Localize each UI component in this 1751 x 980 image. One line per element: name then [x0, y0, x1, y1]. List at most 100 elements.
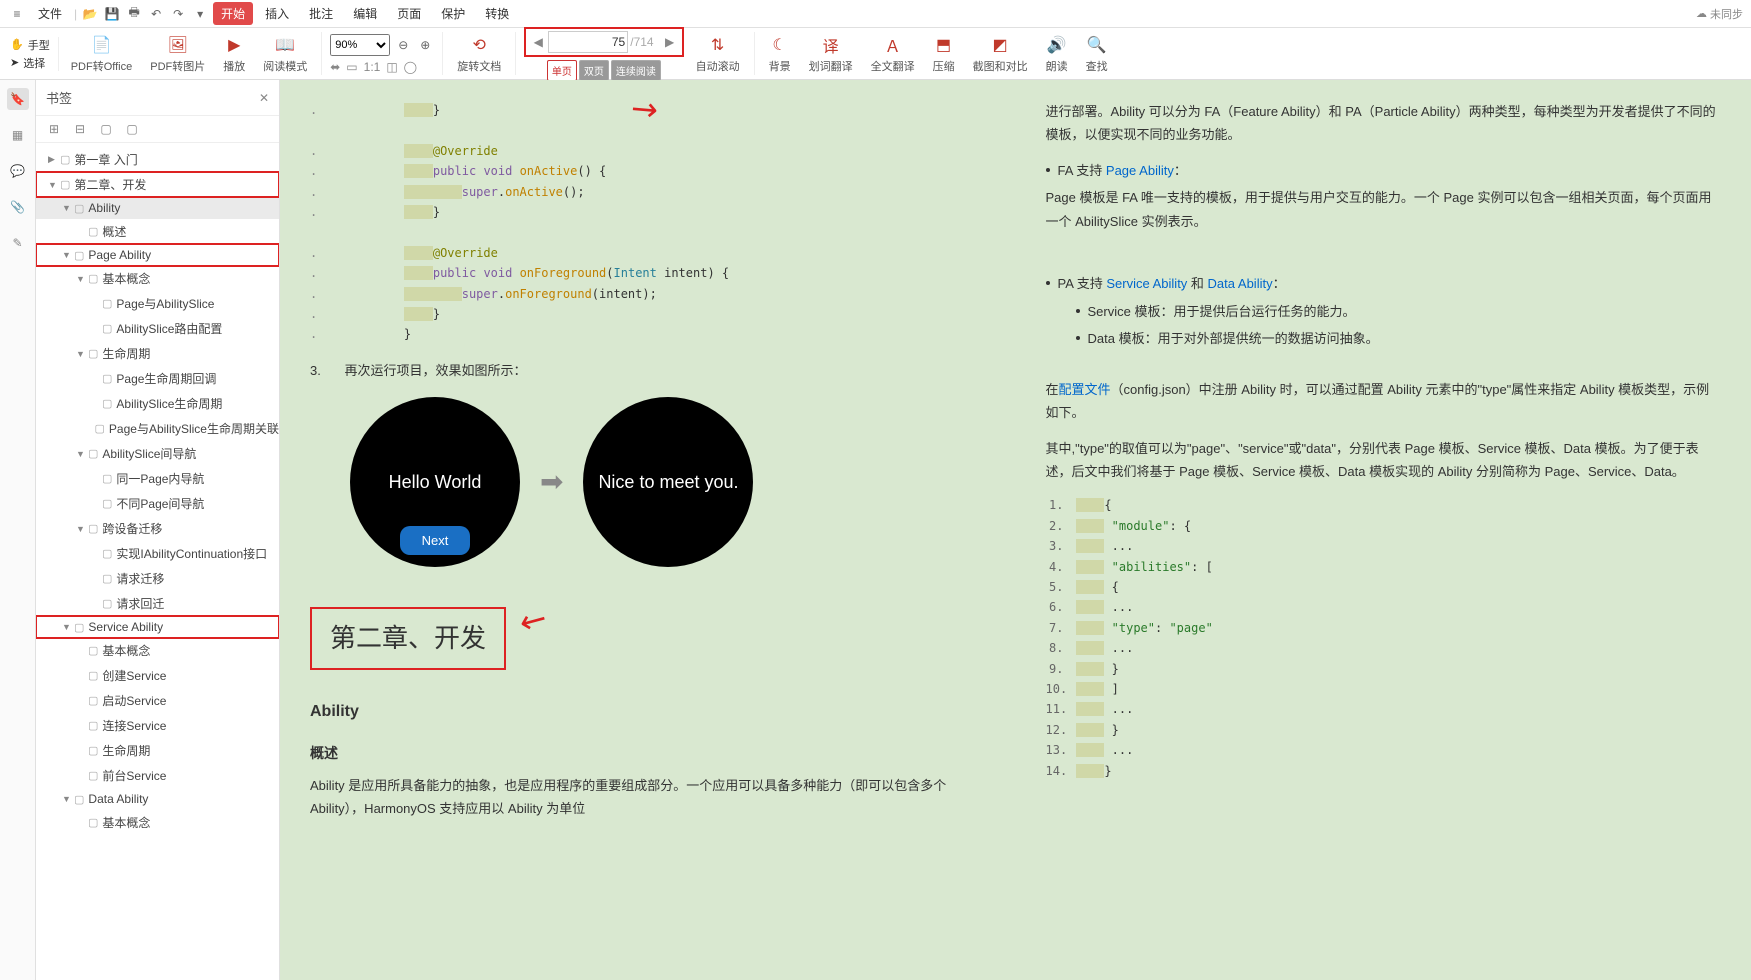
bookmark-node[interactable]: ▢基本概念 [36, 638, 279, 663]
data-ability-link[interactable]: Data Ability [1208, 276, 1273, 291]
bookmark-node[interactable]: ▢AbilitySlice生命周期 [36, 391, 279, 416]
tab-edit[interactable]: 编辑 [345, 2, 385, 25]
continuous-mode[interactable]: 连续阅读 [611, 60, 661, 81]
bookmark-node[interactable]: ▼▢Data Ability [36, 788, 279, 810]
bookmark-node[interactable]: ▢Page与AbilitySlice [36, 291, 279, 316]
service-ability-link[interactable]: Service Ability [1106, 276, 1187, 291]
bookmark-node[interactable]: ▼▢AbilitySlice间导航 [36, 441, 279, 466]
bookmark-title: 书签 [46, 88, 72, 107]
close-panel-icon[interactable]: ✕ [259, 91, 269, 105]
add-bookmark-icon[interactable]: ▢ [98, 122, 114, 136]
bookmark-node[interactable]: ▢AbilitySlice路由配置 [36, 316, 279, 341]
hand-tool[interactable]: ✋ 手型 [10, 37, 50, 53]
zoom-out-icon[interactable]: ⊖ [394, 36, 412, 54]
bookmark-node[interactable]: ▼▢生命周期 [36, 341, 279, 366]
bookmark-node[interactable]: ▢启动Service [36, 688, 279, 713]
full-translate[interactable]: Ａ全文翻译 [865, 34, 921, 74]
double-page-mode[interactable]: 双页 [579, 60, 609, 81]
auto-scroll[interactable]: ⇅自动滚动 [690, 34, 746, 74]
fit-width-icon[interactable]: ⬌ [330, 60, 340, 74]
bookmark-node[interactable]: ▼▢Service Ability [36, 616, 279, 638]
tab-annotate[interactable]: 批注 [301, 2, 341, 25]
marquee-zoom-icon[interactable]: ◫ [386, 60, 397, 74]
full-translate-label: 全文翻译 [871, 58, 915, 74]
find-label: 查找 [1086, 58, 1108, 74]
comment-rail-icon[interactable]: 💬 [7, 160, 29, 182]
next-page-icon[interactable]: ▶ [660, 31, 680, 53]
bookmark-node[interactable]: ▶▢第一章 入门 [36, 147, 279, 172]
signature-rail-icon[interactable]: ✎ [7, 232, 29, 254]
bookmark-node[interactable]: ▢前台Service [36, 763, 279, 788]
undo-icon[interactable]: ↶ [147, 5, 165, 23]
bookmark-node[interactable]: ▢生命周期 [36, 738, 279, 763]
zoom-in-icon[interactable]: ⊕ [416, 36, 434, 54]
service-template-text: Service 模板：用于提供后台运行任务的能力。 [1088, 300, 1356, 323]
bookmark-node[interactable]: ▢不同Page间导航 [36, 491, 279, 516]
tab-start[interactable]: 开始 [213, 2, 253, 25]
read-mode[interactable]: 📖阅读模式 [257, 34, 313, 74]
bookmark-node[interactable]: ▼▢Ability [36, 197, 279, 219]
tab-insert[interactable]: 插入 [257, 2, 297, 25]
bookmark-panel: 书签 ✕ ⊞ ⊟ ▢ ▢ ▶▢第一章 入门▼▢第二章、开发▼▢Ability ▢… [36, 80, 280, 980]
save-icon[interactable]: 💾 [103, 5, 121, 23]
expand-all-icon[interactable]: ⊞ [46, 122, 62, 136]
pdf-to-image[interactable]: 🖼PDF转图片 [144, 34, 211, 74]
page-input[interactable] [548, 31, 628, 53]
tab-convert[interactable]: 转换 [477, 2, 517, 25]
bookmark-node[interactable]: ▢同一Page内导航 [36, 466, 279, 491]
loupe-icon[interactable]: ◯ [404, 60, 417, 74]
bookmark-node[interactable]: ▼▢跨设备迁移 [36, 516, 279, 541]
pdf-to-office[interactable]: 📄PDF转Office [65, 34, 139, 74]
select-tool[interactable]: ➤ 选择 [10, 55, 50, 71]
print-icon[interactable]: 🖶 [125, 5, 143, 23]
read-mode-label: 阅读模式 [263, 58, 307, 74]
single-page-mode[interactable]: 单页 [547, 60, 577, 81]
config-file-link[interactable]: 配置文件 [1059, 382, 1111, 397]
bookmark-rail-icon[interactable]: 🔖 [7, 88, 29, 110]
open-icon[interactable]: 📂 [81, 5, 99, 23]
bookmark-node[interactable]: ▢连接Service [36, 713, 279, 738]
attachment-rail-icon[interactable]: 📎 [7, 196, 29, 218]
redo-icon[interactable]: ↷ [169, 5, 187, 23]
screenshot-compare[interactable]: ◩截图和对比 [967, 34, 1034, 74]
bookmark-node[interactable]: ▼▢Page Ability [36, 244, 279, 266]
bookmark-node[interactable]: ▢概述 [36, 219, 279, 244]
page-ability-link[interactable]: Page Ability [1106, 163, 1174, 178]
bookmark-node[interactable]: ▢基本概念 [36, 810, 279, 835]
fa-support-text: FA 支持 [1058, 163, 1106, 178]
prev-page-icon[interactable]: ◀ [528, 31, 548, 53]
tab-page[interactable]: 页面 [389, 2, 429, 25]
hamburger-icon[interactable]: ≡ [8, 5, 26, 23]
bookmark-node[interactable]: ▢Page生命周期回调 [36, 366, 279, 391]
find-btn[interactable]: 🔍查找 [1080, 34, 1114, 74]
actual-size-icon[interactable]: 1:1 [364, 60, 381, 74]
background-btn[interactable]: ☾背景 [763, 34, 797, 74]
zoom-select[interactable]: 90% [330, 34, 390, 56]
collapse-all-icon[interactable]: ⊟ [72, 122, 88, 136]
data-template-text: Data 模板：用于对外部提供统一的数据访问抽象。 [1088, 327, 1379, 350]
dropdown-icon[interactable]: ▾ [191, 5, 209, 23]
bookmark-node[interactable]: ▢实现IAbilityContinuation接口 [36, 541, 279, 566]
word-translate[interactable]: 译划词翻译 [803, 34, 859, 74]
ability-heading: Ability [310, 698, 986, 727]
bookmark-options-icon[interactable]: ▢ [124, 122, 140, 136]
play-button[interactable]: ▶播放 [217, 34, 251, 74]
bookmark-node[interactable]: ▼▢基本概念 [36, 266, 279, 291]
compress-btn[interactable]: ⬒压缩 [927, 34, 961, 74]
hand-label: 手型 [28, 37, 50, 53]
document-viewport[interactable]: ↘ . } . @Override . public void onActive… [280, 80, 1751, 980]
bookmark-node[interactable]: ▼▢第二章、开发 [36, 172, 279, 197]
bookmark-node[interactable]: ▢请求回迁 [36, 591, 279, 616]
sync-status[interactable]: ☁ 未同步 [1696, 6, 1743, 22]
fit-page-icon[interactable]: ▭ [346, 60, 357, 74]
tab-protect[interactable]: 保护 [433, 2, 473, 25]
rotate-doc[interactable]: ⟲旋转文档 [451, 34, 507, 74]
bookmark-node[interactable]: ▢Page与AbilitySlice生命周期关联 [36, 416, 279, 441]
read-aloud[interactable]: 🔊朗读 [1040, 34, 1074, 74]
thumbnail-rail-icon[interactable]: ▦ [7, 124, 29, 146]
bookmark-node[interactable]: ▢请求迁移 [36, 566, 279, 591]
translate-word-icon: 译 [820, 34, 842, 56]
bookmark-tree[interactable]: ▶▢第一章 入门▼▢第二章、开发▼▢Ability ▢概述▼▢Page Abil… [36, 143, 279, 980]
bookmark-node[interactable]: ▢创建Service [36, 663, 279, 688]
file-menu[interactable]: 文件 [30, 2, 70, 25]
